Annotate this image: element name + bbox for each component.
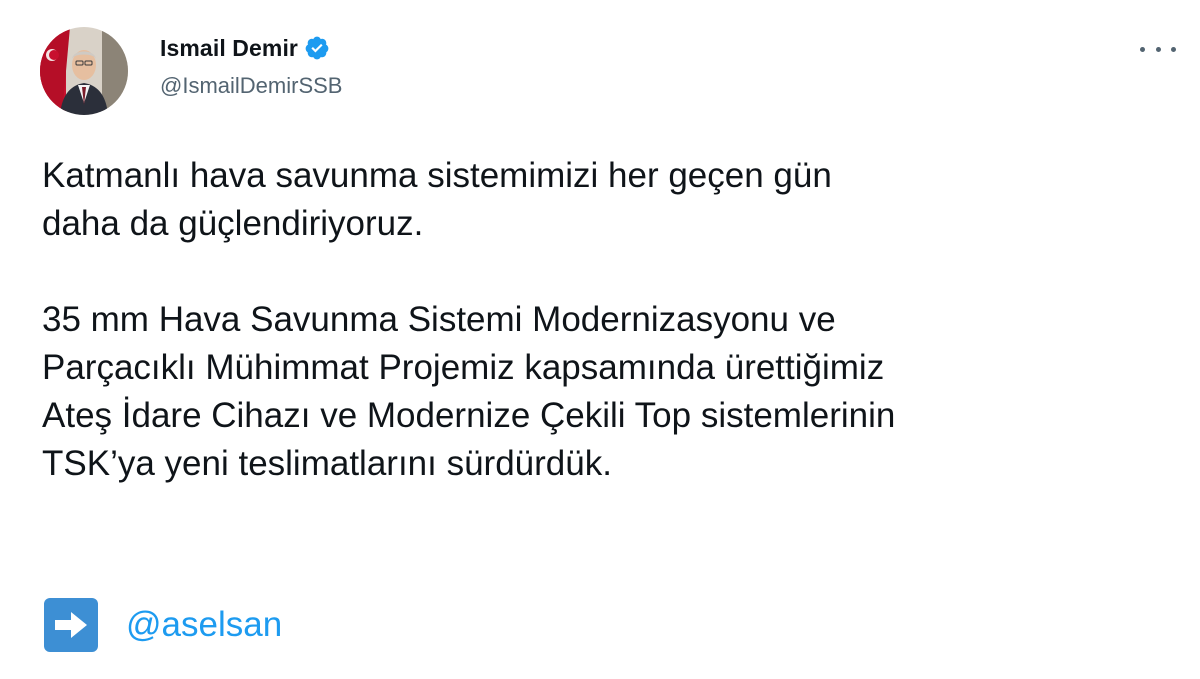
mention-link-aselsan[interactable]: @aselsan (126, 605, 282, 645)
avatar-photo-icon (40, 27, 128, 115)
tweet-line: Ateş İdare Cihazı ve Modernize Çekili To… (42, 396, 896, 435)
tweet-card: Ismail Demir @IsmailDemirSSB Katmanlı ha… (0, 0, 1200, 679)
author-avatar[interactable] (40, 27, 128, 115)
right-arrow-emoji-icon (44, 598, 98, 652)
more-options-icon (1140, 46, 1145, 52)
author-info: Ismail Demir @IsmailDemirSSB (160, 33, 342, 99)
tweet-line: daha da güçlendiriyoruz. (42, 204, 424, 243)
more-options-button[interactable] (1140, 38, 1176, 60)
verified-badge-icon (304, 35, 330, 61)
name-row: Ismail Demir (160, 33, 342, 63)
more-options-icon-dot (1171, 46, 1176, 52)
more-options-icon-dot (1155, 46, 1161, 52)
tweet-line: Parçacıklı Mühimmat Projemiz kapsamında … (42, 348, 885, 387)
tweet-text: Katmanlı hava savunma sistemimizi her ge… (42, 152, 1182, 488)
author-display-name[interactable]: Ismail Demir (160, 35, 298, 62)
tweet-line: TSK’ya yeni teslimatlarını sürdürdük. (42, 444, 612, 483)
tweet-line: Katmanlı hava savunma sistemimizi her ge… (42, 156, 832, 195)
author-handle[interactable]: @IsmailDemirSSB (160, 73, 342, 99)
mention-row: @aselsan (44, 598, 282, 652)
tweet-line: 35 mm Hava Savunma Sistemi Modernizasyon… (42, 300, 836, 339)
